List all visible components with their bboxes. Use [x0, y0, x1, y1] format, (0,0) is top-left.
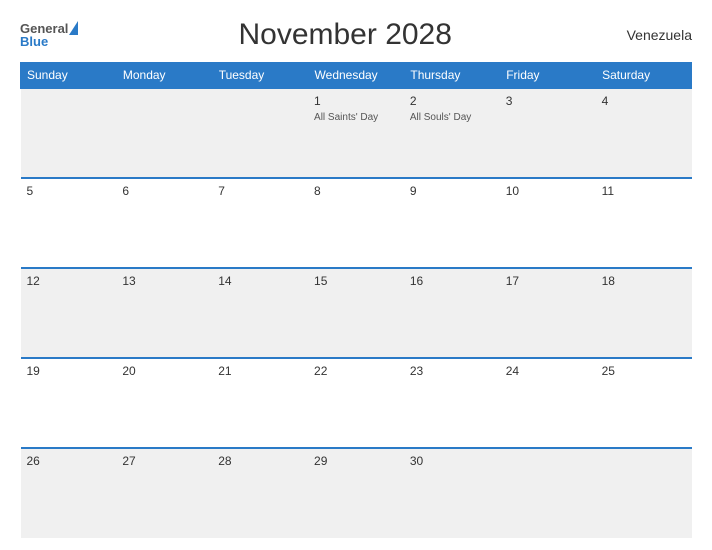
day-number: 5 [27, 184, 111, 198]
calendar-cell: 12 [21, 268, 117, 358]
calendar-cell: 9 [404, 178, 500, 268]
calendar-cell: 26 [21, 448, 117, 538]
calendar-cell: 17 [500, 268, 596, 358]
day-number: 1 [314, 94, 398, 108]
calendar-cell: 11 [596, 178, 692, 268]
calendar-cell: 2 All Souls' Day [404, 88, 500, 178]
day-number: 7 [218, 184, 302, 198]
day-number: 16 [410, 274, 494, 288]
calendar-cell: 13 [116, 268, 212, 358]
calendar-cell: 22 [308, 358, 404, 448]
calendar-cell: 29 [308, 448, 404, 538]
calendar-cell: 16 [404, 268, 500, 358]
calendar-cell: 27 [116, 448, 212, 538]
calendar-week-row: 26 27 28 29 30 [21, 448, 692, 538]
calendar-cell [21, 88, 117, 178]
day-number: 14 [218, 274, 302, 288]
calendar-week-row: 1 All Saints' Day 2 All Souls' Day 34 [21, 88, 692, 178]
calendar-cell: 4 [596, 88, 692, 178]
calendar-cell: 1 All Saints' Day [308, 88, 404, 178]
logo-blue-text: Blue [20, 35, 48, 48]
calendar-body: 1 All Saints' Day 2 All Souls' Day 34 56789 10… [21, 88, 692, 538]
day-number: 29 [314, 454, 398, 468]
day-number: 4 [602, 94, 686, 108]
day-number: 11 [602, 184, 686, 198]
weekday-header: Monday [116, 63, 212, 89]
calendar-cell: 5 [21, 178, 117, 268]
weekday-header: Saturday [596, 63, 692, 89]
day-number: 2 [410, 94, 494, 108]
logo-triangle-icon [69, 21, 78, 35]
day-number: 15 [314, 274, 398, 288]
calendar-week-row: 56789 10 11 [21, 178, 692, 268]
day-number: 12 [27, 274, 111, 288]
day-number: 23 [410, 364, 494, 378]
day-number: 19 [27, 364, 111, 378]
calendar-cell: 14 [212, 268, 308, 358]
calendar-cell: 18 [596, 268, 692, 358]
calendar-cell [596, 448, 692, 538]
calendar-cell: 3 [500, 88, 596, 178]
calendar-week-row: 12 13 14 15 16 17 18 [21, 268, 692, 358]
day-number: 13 [122, 274, 206, 288]
holiday-label: All Saints' Day [314, 111, 398, 124]
day-number: 6 [122, 184, 206, 198]
weekday-header: Thursday [404, 63, 500, 89]
calendar-cell: 30 [404, 448, 500, 538]
calendar-cell: 23 [404, 358, 500, 448]
calendar-cell: 20 [116, 358, 212, 448]
holiday-label: All Souls' Day [410, 111, 494, 124]
calendar-cell: 19 [21, 358, 117, 448]
calendar-cell [212, 88, 308, 178]
calendar-header-row: SundayMondayTuesdayWednesdayThursdayFrid… [21, 63, 692, 89]
calendar-header: General Blue November 2028 Venezuela [20, 18, 692, 52]
calendar-title: November 2028 [78, 18, 612, 52]
calendar-cell [500, 448, 596, 538]
day-number: 25 [602, 364, 686, 378]
weekday-header: Tuesday [212, 63, 308, 89]
calendar-cell: 6 [116, 178, 212, 268]
calendar-page: General Blue November 2028 Venezuela Sun… [0, 0, 712, 550]
calendar-cell: 24 [500, 358, 596, 448]
day-number: 17 [506, 274, 590, 288]
calendar-cell: 15 [308, 268, 404, 358]
calendar-week-row: 19 20 21 22 23 24 25 [21, 358, 692, 448]
weekday-header: Friday [500, 63, 596, 89]
calendar-cell: 10 [500, 178, 596, 268]
calendar-cell: 25 [596, 358, 692, 448]
weekday-header: Wednesday [308, 63, 404, 89]
day-number: 28 [218, 454, 302, 468]
day-number: 24 [506, 364, 590, 378]
day-number: 20 [122, 364, 206, 378]
day-number: 21 [218, 364, 302, 378]
day-number: 18 [602, 274, 686, 288]
day-number: 26 [27, 454, 111, 468]
day-number: 8 [314, 184, 398, 198]
day-number: 10 [506, 184, 590, 198]
day-number: 30 [410, 454, 494, 468]
country-label: Venezuela [612, 27, 692, 43]
calendar-cell [116, 88, 212, 178]
calendar-cell: 28 [212, 448, 308, 538]
logo: General Blue [20, 22, 78, 48]
calendar-table: SundayMondayTuesdayWednesdayThursdayFrid… [20, 62, 692, 538]
calendar-cell: 21 [212, 358, 308, 448]
calendar-cell: 8 [308, 178, 404, 268]
calendar-cell: 7 [212, 178, 308, 268]
weekday-header: Sunday [21, 63, 117, 89]
day-number: 9 [410, 184, 494, 198]
day-number: 22 [314, 364, 398, 378]
day-number: 3 [506, 94, 590, 108]
day-number: 27 [122, 454, 206, 468]
